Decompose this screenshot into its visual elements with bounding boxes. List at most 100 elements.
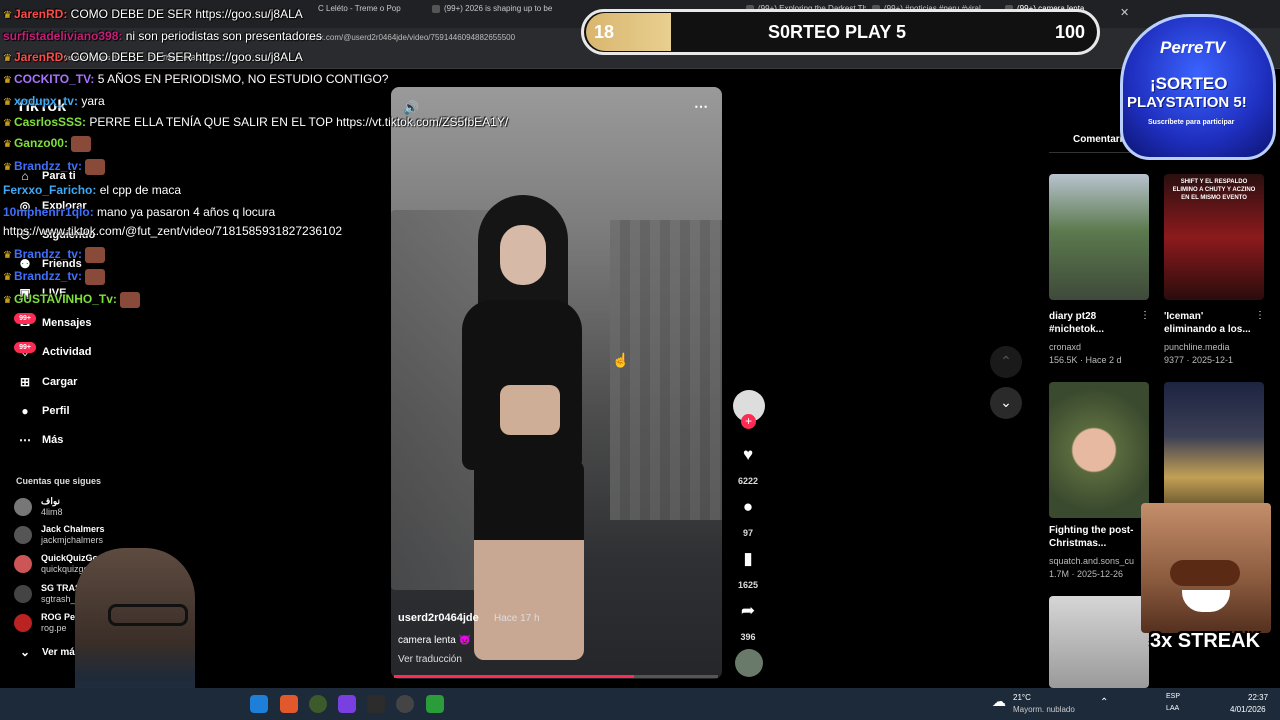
score-left-value: 18	[594, 22, 615, 42]
video-thumbnail[interactable]	[1164, 382, 1264, 518]
tab-favicon-icon	[432, 4, 440, 13]
comment-icon[interactable]: ●	[737, 496, 759, 518]
clock-time[interactable]: 22:37	[1248, 693, 1268, 702]
see-more-button[interactable]: ⌄ Ver más	[16, 642, 80, 662]
terminal-icon[interactable]	[367, 695, 385, 713]
chat-username: xodupx_tv:	[13, 94, 78, 108]
clock-date[interactable]: 4/01/2026	[1230, 705, 1266, 714]
chat-emote-icon	[70, 135, 91, 152]
chat-message: Ferxxo_Faricho: el cpp de maca	[3, 182, 181, 198]
upload-icon: ⊞	[19, 375, 31, 389]
cursor-hand-icon: ☝	[612, 352, 630, 368]
obs-icon[interactable]	[396, 695, 414, 713]
profile-icon: ●	[21, 404, 29, 418]
music-disc-icon[interactable]	[735, 649, 763, 677]
video-title[interactable]: 'Iceman' eliminando a los...	[1164, 310, 1256, 336]
save-count: 1625	[737, 580, 759, 590]
chat-text: COMO DEBE DE SER https://goo.su/j8ALA	[67, 7, 303, 21]
brave-icon[interactable]	[280, 695, 298, 713]
meme-mustache	[1170, 560, 1240, 586]
chat-text: PERRE ELLA TENÍA QUE SALIR EN EL TOP htt…	[86, 115, 509, 129]
following-item[interactable]: نواف 4lim8	[14, 496, 63, 518]
chat-username: surfistadeliviano398:	[3, 29, 123, 43]
share-count: 396	[740, 632, 756, 642]
chat-text: mano ya pasaron 4 años q locura	[93, 205, 276, 219]
video-title[interactable]: diary pt28 #nichetok...	[1049, 310, 1139, 336]
close-tab-icon[interactable]: ✕	[1120, 6, 1129, 19]
chat-message: ♛ GUSTAVINHO_Tv:	[3, 291, 140, 309]
video-title[interactable]: Fighting the post-Christmas...	[1049, 524, 1149, 550]
chat-username: Brandzz_tv:	[13, 269, 82, 283]
following-title: Cuentas que sigues	[16, 476, 102, 486]
video-progress-fill	[394, 675, 634, 678]
avatar	[14, 585, 32, 603]
video-meta: 9377 · 2025-12-1	[1164, 355, 1234, 365]
following-item[interactable]: Jack Chalmers jackmjchalmers	[14, 524, 105, 546]
video-author[interactable]: userd2r0464jde	[398, 612, 479, 624]
chat-message: ♛ Ganzo00:	[3, 135, 91, 153]
browser-tab[interactable]: C Leléto - Treme o Pop	[318, 4, 428, 24]
previous-video-button[interactable]: ⌃	[990, 346, 1022, 378]
avatar	[14, 555, 32, 573]
share-icon[interactable]: ➦	[737, 600, 759, 622]
video-author[interactable]: cronaxd	[1049, 342, 1081, 352]
translate-link[interactable]: Ver traducción	[398, 654, 462, 665]
browser-tab[interactable]: (99+) 2026 is shaping up to be	[432, 4, 562, 24]
chat-username: COCKITO_TV:	[13, 72, 95, 86]
chevron-up-icon[interactable]: ⌃	[1100, 697, 1108, 708]
more-options-icon[interactable]: ⋮	[1255, 310, 1265, 321]
video-thumbnail[interactable]	[1049, 596, 1149, 688]
edge-icon[interactable]	[250, 695, 268, 713]
language-region[interactable]: LAA	[1166, 705, 1179, 712]
chat-text: el cpp de maca	[96, 183, 182, 197]
bookmark-icon[interactable]: ▮	[737, 548, 759, 570]
chat-message: ♛ Brandzz_tv:	[3, 158, 105, 176]
chat-text: 5 AÑOS EN PERIODISMO, NO ESTUDIO CONTIGO…	[94, 72, 389, 86]
sidebar-item-perfil[interactable]: ● Perfil	[16, 401, 69, 421]
video-time: Hace 17 h	[494, 613, 540, 624]
video-figure-legs	[474, 460, 584, 660]
crown-badge-icon: ♛	[3, 53, 12, 64]
crown-badge-icon: ♛	[3, 10, 12, 21]
chevron-down-icon: ⌄	[19, 645, 31, 659]
glasses-icon	[108, 604, 188, 626]
video-author[interactable]: punchline.media	[1164, 342, 1230, 352]
video-thumbnail[interactable]	[1049, 174, 1149, 300]
url-field[interactable]: tiktok.com/@userd2r0464jde/video/7591446…	[305, 33, 515, 42]
perretv-subtitle: Suscríbete para participar	[1148, 119, 1235, 126]
more-options-icon[interactable]: ⋮	[1140, 310, 1150, 321]
chat-message: 10mphenrr1qlo: mano ya pasaron 4 años q …	[3, 204, 275, 220]
next-video-button[interactable]: ⌄	[990, 387, 1022, 419]
video-author[interactable]: squatch.and.sons_cu	[1049, 556, 1134, 566]
chat-username: JarenRD:	[13, 7, 68, 21]
video-thumbnail[interactable]: SHIFT Y EL RESPALDO ELIMINO A CHUTY Y AC…	[1164, 174, 1264, 300]
like-count: 6222	[737, 476, 759, 486]
chat-username: Brandzz_tv:	[13, 247, 82, 261]
video-caption: camera lenta 😈	[398, 635, 472, 646]
activity-badge: 99+	[14, 342, 36, 353]
chat-message: https://www.tiktok.com/@fut_zent/video/7…	[3, 223, 342, 239]
video-thumbnail[interactable]	[1049, 382, 1149, 518]
video-meta: 1.7M · 2025-12-26	[1049, 569, 1124, 579]
chat-emote-icon	[84, 158, 105, 175]
play-icon[interactable]	[426, 695, 444, 713]
chat-username: Ferxxo_Faricho:	[3, 183, 97, 197]
sidebar-item-mas[interactable]: ⋯ Más	[16, 430, 63, 450]
chat-message: ♛ JarenRD: COMO DEBE DE SER https://goo.s…	[3, 6, 303, 24]
follow-plus-icon[interactable]: +	[741, 414, 756, 429]
avatar	[14, 498, 32, 516]
more-icon: ⋯	[19, 433, 31, 447]
like-icon[interactable]: ♥	[737, 444, 759, 466]
more-options-icon[interactable]: ⋯	[694, 98, 708, 115]
language-code[interactable]: ESP	[1166, 693, 1180, 700]
following-item[interactable]: ROG Per rog.pe	[14, 612, 79, 634]
chat-message: ♛ xodupx_tv: yara	[3, 93, 105, 111]
chat-message: ♛ Brandzz_tv:	[3, 246, 105, 264]
sidebar-item-cargar[interactable]: ⊞ Cargar	[16, 372, 78, 392]
thumbnail-caption: SHIFT Y EL RESPALDO ELIMINO A CHUTY Y AC…	[1172, 179, 1256, 201]
discord-icon[interactable]	[338, 695, 356, 713]
app-icon[interactable]	[309, 695, 327, 713]
weather-icon[interactable]: ☁	[992, 693, 1006, 710]
chat-text: yara	[77, 94, 105, 108]
crown-badge-icon: ♛	[3, 75, 12, 86]
